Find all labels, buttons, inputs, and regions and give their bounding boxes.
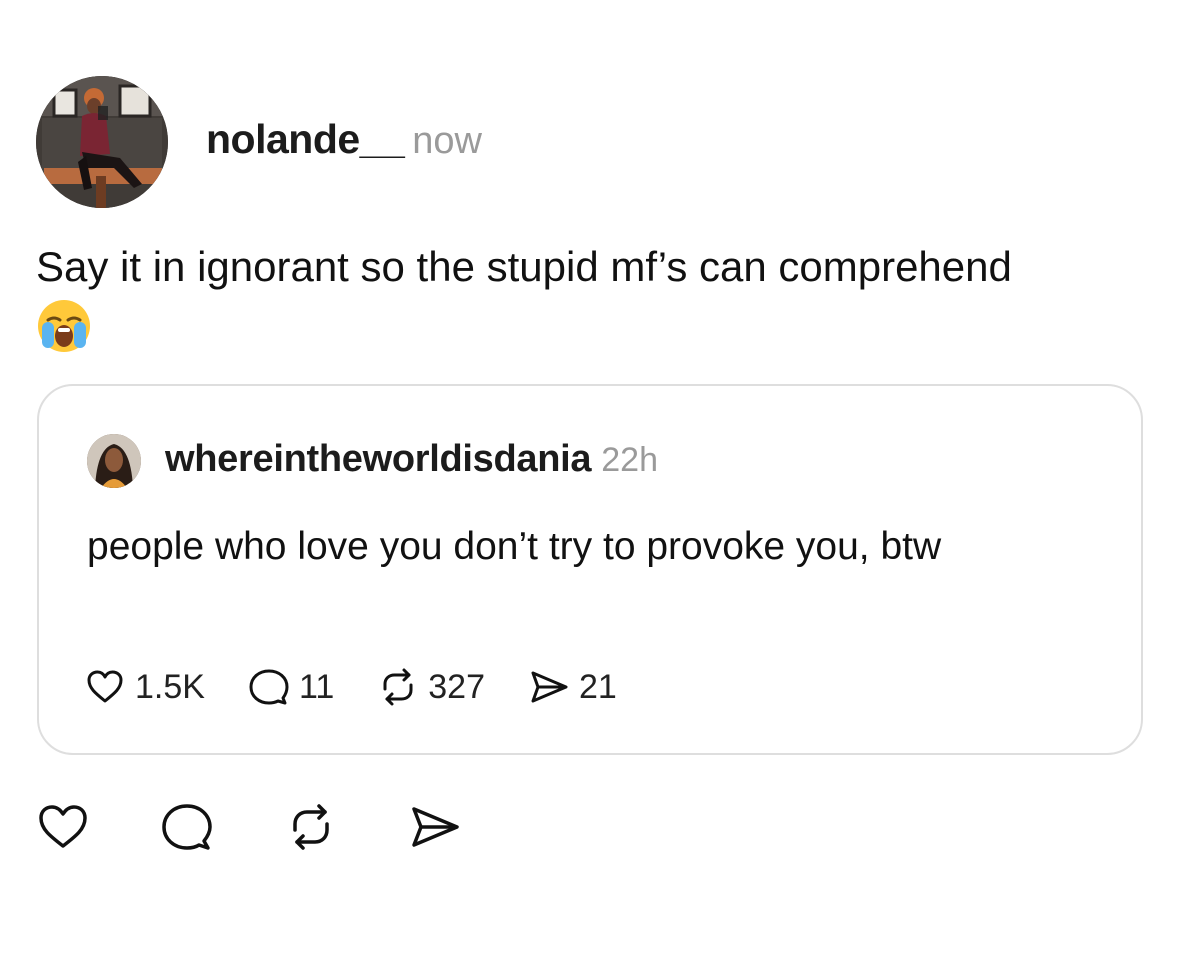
like-button[interactable] (36, 800, 90, 854)
comment-icon (249, 669, 289, 705)
share-stat[interactable]: 21 (527, 665, 617, 709)
post-action-bar (36, 800, 532, 854)
quoted-stats-bar: 1.5K 11 327 21 (83, 662, 659, 712)
loudly-crying-face-icon (36, 298, 92, 354)
repost-icon (383, 668, 413, 706)
like-count: 1.5K (135, 667, 205, 706)
comment-button[interactable] (160, 800, 214, 854)
author-avatar[interactable] (36, 76, 168, 208)
post-timestamp: now (412, 120, 482, 162)
quoted-username[interactable]: whereintheworldisdania (165, 438, 592, 481)
post-body: Say it in ignorant so the stupid mf’s ca… (36, 240, 1146, 367)
repost-stat[interactable]: 327 (376, 665, 485, 709)
quoted-author-avatar[interactable] (87, 434, 141, 488)
repost-count: 327 (428, 667, 485, 706)
share-icon (412, 807, 459, 847)
heart-icon (87, 670, 123, 703)
comment-icon (162, 804, 212, 850)
quoted-post-card[interactable]: whereintheworldisdania 22h people who lo… (37, 384, 1143, 755)
like-stat[interactable]: 1.5K (83, 665, 205, 709)
repost-button[interactable] (284, 800, 338, 854)
author-header: nolande__ now (206, 116, 482, 163)
share-button[interactable] (408, 800, 462, 854)
share-icon (531, 671, 568, 703)
post-text: Say it in ignorant so the stupid mf’s ca… (36, 243, 1012, 290)
reply-stat[interactable]: 11 (247, 665, 334, 709)
share-count: 21 (578, 667, 617, 706)
quoted-text: people who love you don’t try to provoke… (87, 525, 942, 568)
repost-icon (293, 804, 329, 850)
quoted-timestamp: 22h (601, 441, 658, 479)
quoted-author-header: whereintheworldisdania 22h (165, 438, 658, 481)
threads-post: nolande__ now Say it in ignorant so the … (0, 0, 1180, 960)
reply-count: 11 (298, 667, 335, 706)
author-username[interactable]: nolande__ (206, 116, 405, 163)
heart-icon (39, 805, 87, 848)
